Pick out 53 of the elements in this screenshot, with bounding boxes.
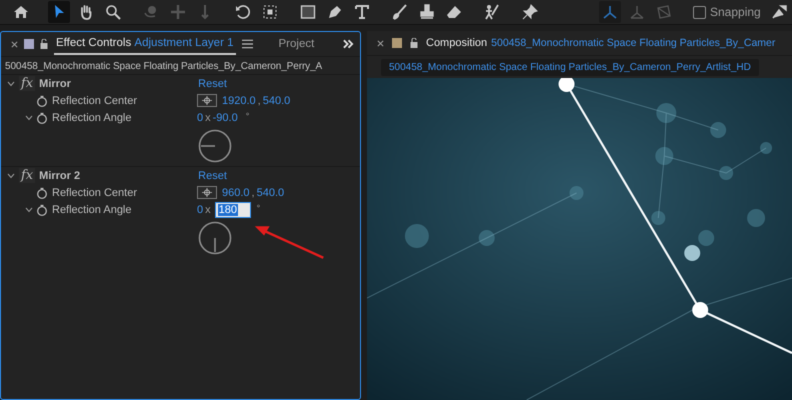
composition-name: 500458_Monochromatic Space Floating Particles_By_Camer bbox=[491, 37, 776, 49]
effect-name: Mirror 2 bbox=[39, 170, 82, 182]
menu-icon[interactable] bbox=[242, 39, 253, 49]
degree-sign: ° bbox=[246, 111, 250, 121]
chevron-double-icon[interactable] bbox=[343, 39, 354, 49]
degree-sign: ° bbox=[256, 203, 260, 213]
stopwatch-icon[interactable] bbox=[36, 112, 48, 124]
reset-link[interactable]: Reset bbox=[198, 170, 227, 182]
chevron-icon[interactable] bbox=[25, 114, 33, 120]
label-color-swatch bbox=[392, 38, 402, 48]
angle-dial[interactable] bbox=[198, 221, 232, 255]
revolutions-value[interactable]: 0 bbox=[197, 112, 204, 124]
property-name: Reflection Angle bbox=[52, 112, 132, 124]
lock-icon[interactable] bbox=[40, 39, 48, 49]
times-text: x bbox=[205, 112, 211, 124]
crosshair-icon[interactable] bbox=[197, 186, 217, 199]
x-value[interactable]: 960.0 bbox=[222, 186, 250, 198]
times-text: x bbox=[205, 204, 211, 216]
revolutions-value[interactable]: 0 bbox=[197, 204, 204, 216]
effect-name: Mirror bbox=[39, 78, 72, 90]
stopwatch-icon[interactable] bbox=[36, 94, 48, 106]
stopwatch-icon[interactable] bbox=[36, 204, 48, 216]
property-name: Reflection Center bbox=[52, 186, 138, 198]
effect-badge: fx bbox=[19, 76, 36, 91]
property-name: Reflection Angle bbox=[52, 204, 132, 216]
selection-tool-icon[interactable] bbox=[48, 1, 70, 23]
lock-icon[interactable] bbox=[410, 38, 418, 48]
effect-badge: fx bbox=[19, 168, 36, 183]
layer-path: 500458_Monochromatic Space Floating Particles_By_Cameron_Perry_A bbox=[4, 60, 324, 74]
composition-tab[interactable]: 500458_Monochromatic Space Floating Particles_By_Cameron_Perry_Artlist_HD bbox=[381, 58, 759, 76]
degrees-input-field[interactable]: 180 bbox=[214, 202, 251, 218]
y-value[interactable]: 540.0 bbox=[256, 186, 284, 198]
reset-link[interactable]: Reset bbox=[198, 78, 227, 90]
separator-text: , bbox=[252, 186, 255, 198]
chevron-icon[interactable] bbox=[7, 172, 15, 178]
y-value[interactable]: 540.0 bbox=[262, 94, 290, 106]
chevron-icon[interactable] bbox=[25, 206, 33, 212]
label-color-swatch bbox=[24, 39, 34, 49]
panel-tab[interactable]: Effect Controls Adjustment Layer 1 bbox=[54, 33, 236, 55]
stopwatch-icon[interactable] bbox=[36, 186, 48, 198]
axes-icon[interactable] bbox=[599, 1, 621, 23]
close-icon[interactable] bbox=[11, 40, 18, 48]
chevron-icon[interactable] bbox=[7, 80, 15, 86]
panel-tab[interactable]: Project bbox=[276, 34, 316, 54]
x-value[interactable]: 1920.0 bbox=[222, 94, 256, 106]
snapping-checkbox[interactable]: Snapping bbox=[691, 3, 763, 21]
degrees-value[interactable]: -90.0 bbox=[212, 112, 238, 124]
separator-text: , bbox=[258, 94, 261, 106]
crosshair-icon[interactable] bbox=[197, 94, 217, 107]
angle-dial[interactable] bbox=[198, 129, 232, 163]
close-icon[interactable] bbox=[377, 40, 384, 46]
panel-title: Composition bbox=[426, 37, 488, 49]
property-name: Reflection Center bbox=[52, 94, 138, 106]
